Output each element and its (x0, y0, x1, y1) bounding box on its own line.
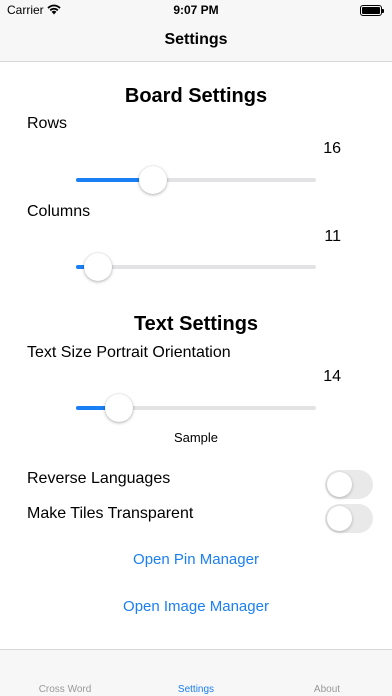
text-size-label: Text Size Portrait Orientation (27, 344, 231, 361)
reverse-languages-switch[interactable] (325, 470, 373, 499)
slider-thumb[interactable] (105, 394, 133, 422)
page-title: Settings (164, 31, 228, 48)
text-size-value: 14 (323, 368, 341, 385)
text-size-slider[interactable] (76, 394, 316, 422)
sample-text: Sample (173, 430, 219, 445)
open-pin-manager-button[interactable]: Open Pin Manager (0, 551, 392, 568)
status-bar: Carrier 9:07 PM (0, 0, 392, 22)
tab-cross-word[interactable]: Cross Word (0, 684, 130, 695)
battery-icon (360, 5, 384, 16)
columns-value: 11 (324, 228, 341, 245)
rows-label: Rows (27, 115, 68, 132)
navigation-bar: Settings (0, 22, 392, 62)
slider-thumb[interactable] (139, 166, 167, 194)
tab-bar: Cross Word Settings About (0, 649, 392, 696)
switch-knob (327, 472, 352, 497)
status-time: 9:07 PM (173, 3, 219, 17)
tab-settings[interactable]: Settings (131, 684, 261, 695)
columns-slider[interactable] (76, 253, 316, 281)
tab-about[interactable]: About (262, 684, 392, 695)
columns-label: Columns (27, 203, 91, 220)
make-tiles-transparent-switch[interactable] (325, 504, 373, 533)
text-settings-heading: Text Settings (133, 313, 259, 335)
slider-thumb[interactable] (84, 253, 112, 281)
rows-value: 16 (323, 140, 341, 157)
switch-knob (327, 506, 352, 531)
make-tiles-transparent-label: Make Tiles Transparent (27, 505, 194, 522)
reverse-languages-label: Reverse Languages (27, 470, 171, 487)
open-image-manager-button[interactable]: Open Image Manager (0, 598, 392, 615)
settings-screen: Carrier 9:07 PM Settings Board Settings … (0, 0, 392, 696)
board-settings-heading: Board Settings (124, 85, 268, 107)
slider-track (76, 265, 316, 269)
rows-slider[interactable] (76, 166, 316, 194)
